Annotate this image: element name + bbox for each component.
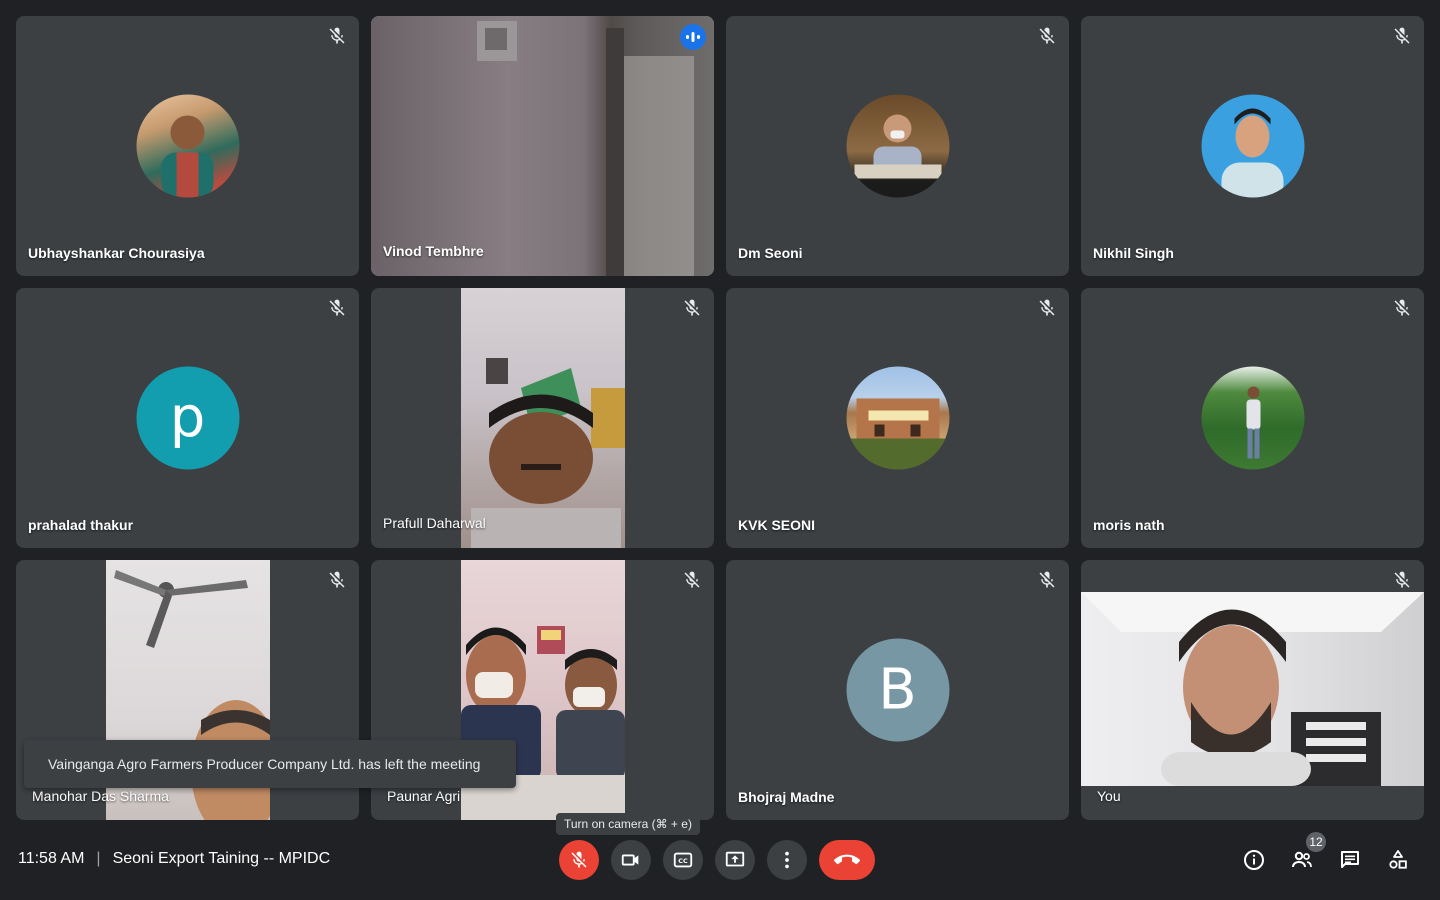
avatar (136, 94, 239, 198)
meeting-time: 11:58 AM (18, 850, 85, 867)
bottom-control-bar: 11:58 AM | Seoni Export Taining -- MPIDC… (0, 830, 1440, 900)
participant-tile[interactable]: Nikhil Singh (1081, 16, 1424, 276)
captions-icon: CC (673, 852, 693, 868)
participant-tile[interactable]: KVK SEONI (726, 288, 1069, 548)
participant-name: Paunar Agri (387, 788, 461, 804)
chat-icon (1341, 851, 1359, 868)
participant-name: Prafull Daharwal (383, 515, 486, 531)
participant-tile[interactable]: B Bhojraj Madne (726, 560, 1069, 820)
participant-grid: Ubhayshankar Chourasiya Vinod Tembhre Dm… (16, 16, 1424, 820)
activities-shapes-icon (1389, 850, 1407, 869)
mic-off-icon (1039, 299, 1055, 316)
avatar-initial: p (136, 366, 239, 470)
camera-tooltip: Turn on camera (⌘ + e) (556, 813, 700, 835)
hangup-icon (834, 854, 860, 865)
more-options-button[interactable] (767, 840, 807, 880)
participant-tile[interactable]: Dm Seoni (726, 16, 1069, 276)
notification-toast: Vainganga Agro Farmers Producer Company … (24, 740, 516, 788)
participants-count-badge: 12 (1306, 832, 1326, 852)
participant-name: Manohar Das Sharma (32, 788, 169, 804)
mic-off-icon (1039, 27, 1055, 44)
participants-button[interactable]: 12 (1290, 832, 1326, 872)
participant-video (371, 16, 714, 276)
mic-off-icon (329, 299, 345, 316)
info-icon (1244, 850, 1264, 870)
meeting-title[interactable]: Seoni Export Taining -- MPIDC (113, 850, 331, 868)
mic-off-icon (1394, 27, 1410, 44)
mic-off-icon (684, 571, 700, 588)
participant-name: Dm Seoni (738, 245, 803, 261)
chat-button[interactable] (1338, 848, 1362, 872)
mic-toggle-button[interactable] (559, 840, 599, 880)
participant-tile-active-speaker[interactable]: Vinod Tembhre (371, 16, 714, 276)
captions-button[interactable]: CC (663, 840, 703, 880)
mic-off-icon (1039, 571, 1055, 588)
self-video (1081, 592, 1424, 786)
participant-tile[interactable]: p prahalad thakur (16, 288, 359, 548)
camera-icon (621, 854, 639, 866)
avatar (846, 366, 949, 470)
speaking-indicator-icon (680, 24, 706, 50)
self-view-tile[interactable]: You (1081, 560, 1424, 820)
present-icon (725, 851, 745, 867)
mic-off-icon (571, 851, 587, 868)
mic-off-icon (329, 571, 345, 588)
participant-name: prahalad thakur (28, 517, 134, 533)
mic-off-icon (684, 299, 700, 316)
avatar (1201, 366, 1304, 470)
meeting-info: 11:58 AM | Seoni Export Taining -- MPIDC (18, 850, 330, 868)
participant-tile[interactable]: moris nath (1081, 288, 1424, 548)
participant-name: Bhojraj Madne (738, 789, 835, 805)
participant-video (461, 288, 625, 548)
participant-tile[interactable]: Ubhayshankar Chourasiya (16, 16, 359, 276)
participant-name: Vinod Tembhre (383, 243, 484, 259)
meeting-details-button[interactable] (1242, 848, 1266, 872)
camera-toggle-button[interactable] (611, 840, 651, 880)
participant-name: Ubhayshankar Chourasiya (28, 245, 205, 261)
avatar (1201, 94, 1304, 198)
participant-name: You (1097, 788, 1121, 804)
people-icon (1292, 851, 1312, 868)
svg-text:CC: CC (678, 857, 688, 865)
activities-button[interactable] (1386, 848, 1410, 872)
mic-off-icon (329, 27, 345, 44)
meeting-separator: | (96, 850, 101, 867)
leave-call-button[interactable] (819, 840, 875, 880)
mic-off-icon (1394, 299, 1410, 316)
participant-name: moris nath (1093, 517, 1165, 533)
participant-name: Nikhil Singh (1093, 245, 1174, 261)
avatar (846, 94, 949, 198)
participant-tile[interactable]: Prafull Daharwal (371, 288, 714, 548)
avatar-initial: B (846, 638, 949, 742)
mic-off-icon (1394, 571, 1410, 588)
present-screen-button[interactable] (715, 840, 755, 880)
more-vert-icon (785, 851, 789, 869)
participant-name: KVK SEONI (738, 517, 816, 533)
